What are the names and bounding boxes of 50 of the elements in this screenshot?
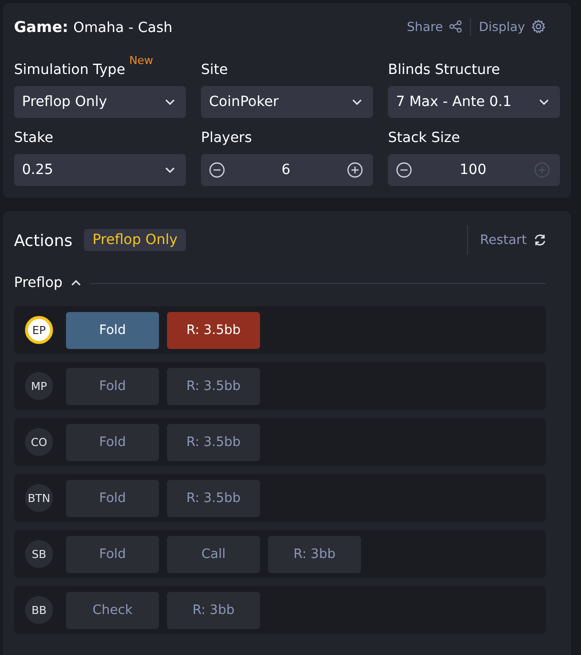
raise-button[interactable]: R: 3.5bb: [167, 424, 260, 460]
field-label: Blinds Structure: [388, 62, 500, 78]
field-label: Stake: [14, 130, 54, 146]
chevron-down-icon: [351, 98, 363, 106]
game-value: Omaha - Cash: [73, 20, 172, 36]
chevron-down-icon: [164, 166, 176, 174]
fold-button[interactable]: Fold: [66, 424, 159, 460]
dropdown[interactable]: Preflop Only: [14, 86, 186, 118]
raise-button[interactable]: R: 3.5bb: [167, 312, 260, 348]
field-label: Simulation Type: [14, 62, 126, 78]
field-label: Players: [201, 130, 252, 146]
check-button[interactable]: Check: [66, 592, 159, 628]
mode-tag: Preflop Only: [84, 229, 186, 251]
position-badge: MP: [25, 372, 53, 400]
chevron-down-icon: [538, 98, 550, 106]
position-badge: SB: [25, 540, 53, 568]
restart-link[interactable]: Restart: [480, 232, 547, 248]
position-badge: BB: [25, 596, 53, 624]
actions-title: Actions: [14, 230, 72, 250]
minus-icon[interactable]: [396, 162, 412, 178]
fold-button[interactable]: Fold: [66, 312, 159, 348]
position-badge: EP: [25, 316, 53, 344]
fold-button[interactable]: Fold: [66, 536, 159, 572]
share-link[interactable]: Share: [406, 19, 462, 34]
chevron-down-icon: [164, 98, 176, 106]
raise-button[interactable]: R: 3.5bb: [167, 368, 260, 404]
share-icon: [448, 20, 462, 33]
dropdown[interactable]: 7 Max - Ante 0.1: [388, 86, 560, 118]
street-toggle[interactable]: Preflop: [14, 275, 82, 291]
dropdown[interactable]: CoinPoker: [201, 86, 373, 118]
dropdown[interactable]: 0.25: [14, 154, 186, 186]
raise-button[interactable]: R: 3bb: [268, 536, 361, 572]
field-label: Site: [201, 62, 228, 78]
field-label: Stack Size: [388, 130, 460, 146]
caret-up-icon: [70, 279, 82, 287]
call-button[interactable]: Call: [167, 536, 260, 572]
raise-button[interactable]: R: 3.5bb: [167, 480, 260, 516]
game-label: Game:: [14, 18, 68, 36]
minus-icon[interactable]: [209, 162, 225, 178]
raise-button[interactable]: R: 3bb: [167, 592, 260, 628]
position-badge: BTN: [25, 484, 53, 512]
refresh-icon: [532, 233, 547, 247]
fold-button[interactable]: Fold: [66, 480, 159, 516]
display-link[interactable]: Display: [478, 19, 546, 34]
number-stepper[interactable]: 100: [388, 154, 560, 186]
settings-icon: [531, 19, 546, 34]
number-stepper[interactable]: 6: [201, 154, 373, 186]
fold-button[interactable]: Fold: [66, 368, 159, 404]
position-badge: CO: [25, 428, 53, 456]
new-label: New: [129, 54, 154, 67]
